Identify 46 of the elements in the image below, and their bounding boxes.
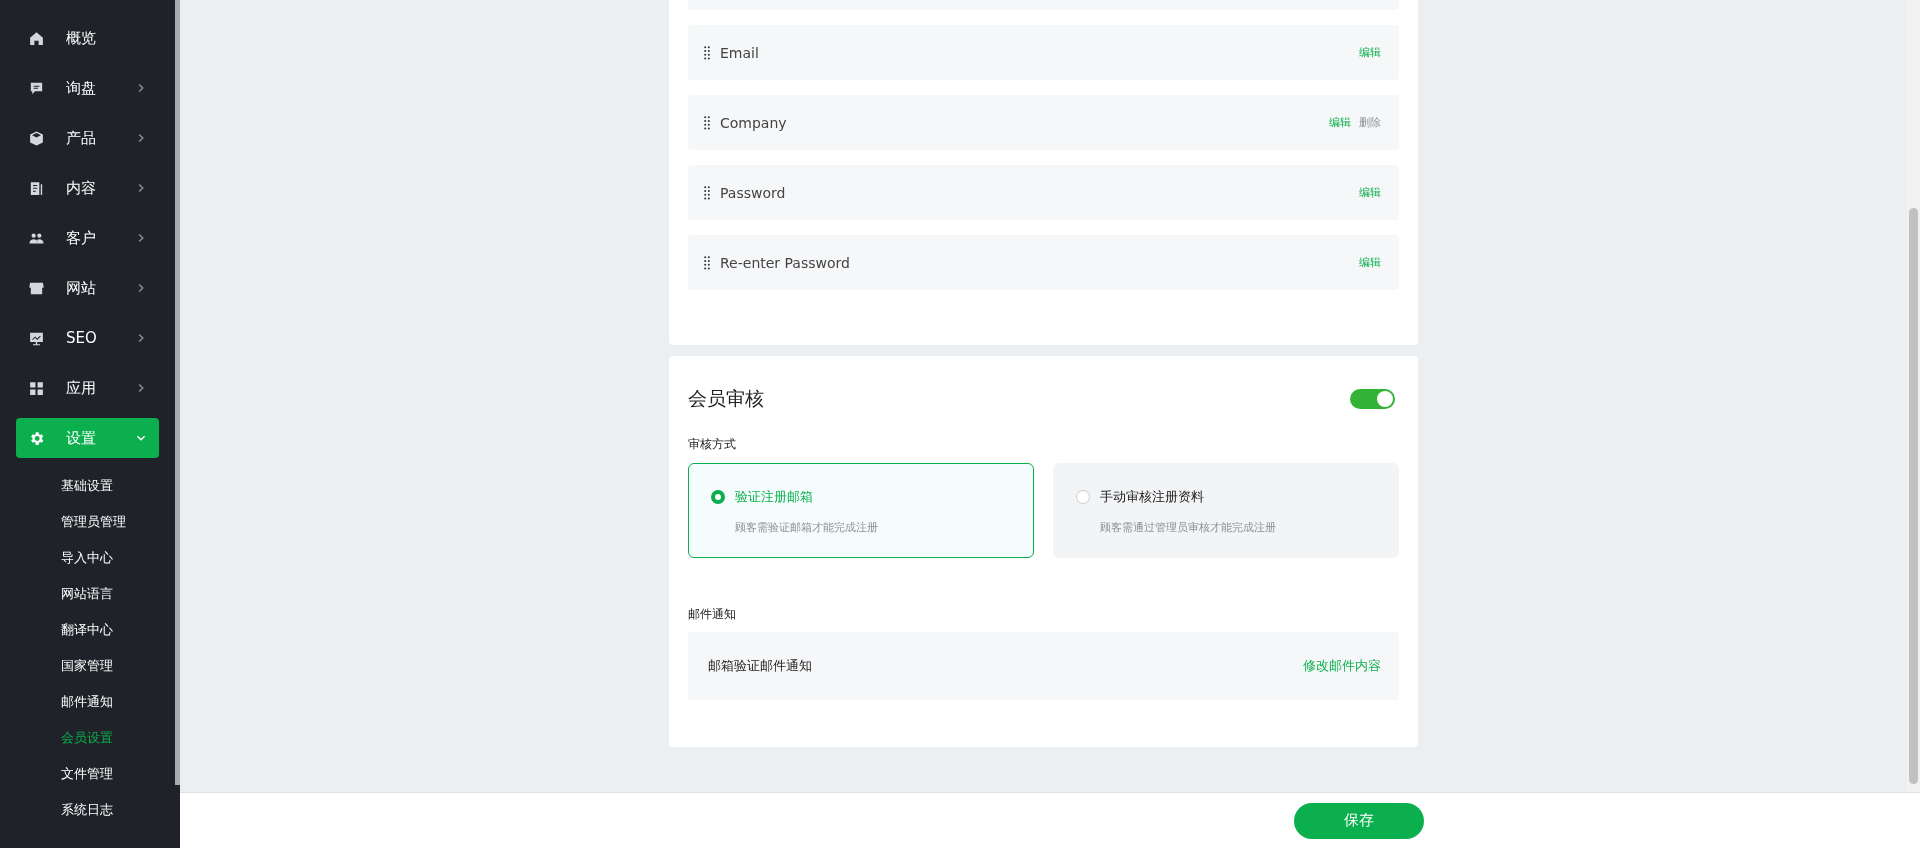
section-title: 会员审核 [688,386,764,411]
nav-item[interactable]: 应用 [16,368,159,408]
nav-icon [28,429,45,447]
field-label: 审核方式 [688,436,737,453]
option-title: 手动审核注册资料 [1100,488,1204,506]
submenu-item[interactable]: 系统日志 [61,792,113,828]
scrollbar-thumb[interactable] [1909,208,1918,784]
option-description: 顾客需验证邮箱才能完成注册 [735,520,879,535]
nav-item[interactable]: 询盘 [16,68,159,108]
scrollbar[interactable] [175,0,180,785]
drag-handle-icon[interactable] [704,115,710,130]
nav-item[interactable]: 网站 [16,268,159,308]
drag-handle-icon[interactable] [704,185,710,200]
nav-icon [28,29,45,47]
submenu-item[interactable]: 基础设置 [61,468,113,504]
nav-icon [28,379,45,397]
field-label: Company [720,114,788,131]
submenu-item[interactable]: 导入中心 [61,540,113,576]
submenu-item[interactable]: 邮件通知 [61,684,113,720]
nav-icon [28,129,45,147]
nav-item[interactable]: 客户 [16,218,159,258]
nav-item[interactable]: SEO [16,318,159,358]
field-label: 邮件通知 [688,606,737,623]
option-title: 验证注册邮箱 [735,488,813,506]
scrollbar[interactable] [1907,0,1920,792]
nav-icon [28,179,45,197]
submenu-item[interactable]: 文件管理 [61,756,113,792]
notification-name: 邮箱验证邮件通知 [708,657,812,675]
nav-item[interactable]: 概览 [16,18,159,58]
option-card[interactable]: 手动审核注册资料 顾客需通过管理员审核才能完成注册 [1053,463,1399,558]
nav-item[interactable]: 产品 [16,118,159,158]
submenu-item[interactable]: 翻译中心 [61,612,113,648]
submenu-item[interactable]: 网站语言 [61,576,113,612]
drag-handle-icon[interactable] [704,45,710,60]
drag-handle-icon[interactable] [704,255,710,270]
submenu-item[interactable]: 管理员管理 [61,504,126,540]
toggle-switch[interactable] [1350,389,1395,409]
field-label: Password [720,184,787,201]
field-label: Re-enter Password [720,254,851,271]
option-description: 顾客需通过管理员审核才能完成注册 [1100,520,1277,535]
field-label: Email [720,44,760,61]
radio-button[interactable] [711,490,725,504]
submenu-item[interactable]: 国家管理 [61,648,113,684]
nav-item[interactable]: 内容 [16,168,159,208]
submenu-item[interactable]: 会员设置 [61,720,113,756]
radio-button[interactable] [1076,490,1090,504]
